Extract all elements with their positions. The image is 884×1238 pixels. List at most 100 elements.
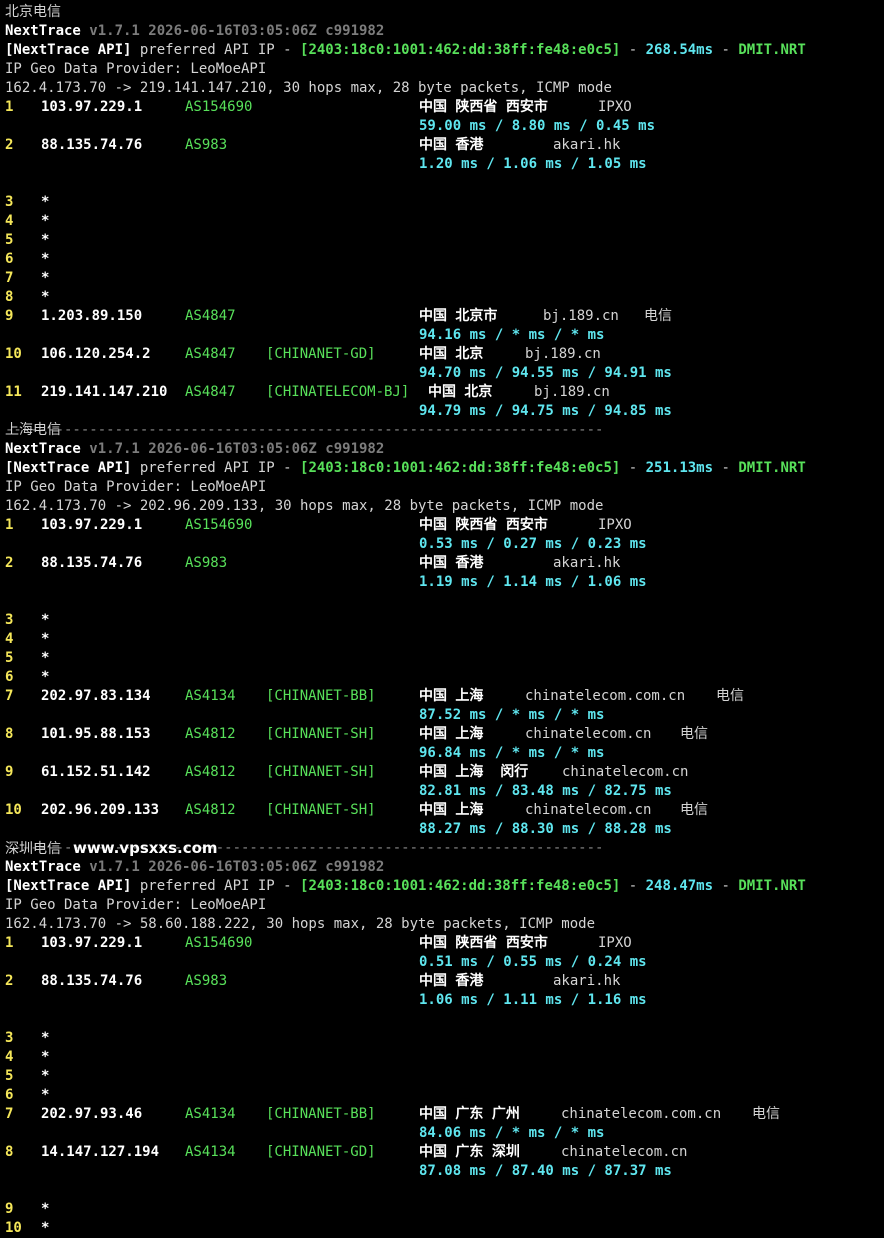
- timeout-star: *: [41, 194, 50, 210]
- app-name: NextTrace: [5, 859, 81, 875]
- app-name: NextTrace: [5, 441, 81, 457]
- hop-geo: 中国 香港: [419, 555, 484, 571]
- api-dash: -: [713, 42, 739, 58]
- api-latency: 248.47ms: [645, 878, 714, 894]
- api-text: preferred API IP -: [131, 42, 301, 58]
- hop-geo: 中国 北京: [419, 346, 484, 362]
- hop-ip: 88.135.74.76: [41, 137, 143, 153]
- latency-text: 94.16 ms / * ms / * ms: [419, 327, 605, 343]
- hop-ip: 202.96.209.133: [41, 802, 160, 818]
- hop-ip: 106.120.254.2: [41, 346, 151, 362]
- timeout-star: *: [41, 1049, 50, 1065]
- trace-header-text: 162.4.173.70 -> 202.96.209.133, 30 hops …: [5, 498, 604, 514]
- hop-number: 9: [5, 1201, 14, 1217]
- hop-host: bj.189.cn: [534, 384, 610, 400]
- api-text: preferred API IP -: [131, 878, 301, 894]
- timeout-star: *: [41, 232, 50, 248]
- section-title: 北京电信: [5, 3, 61, 22]
- hop-tag: [CHINANET-BB]: [266, 688, 376, 704]
- latency-text: 87.52 ms / * ms / * ms: [419, 707, 605, 723]
- hop-tag: [CHINATELECOM-BJ]: [266, 384, 410, 400]
- hop-host: chinatelecom.com.cn: [561, 1106, 722, 1122]
- api-node: DMIT.NRT: [738, 460, 806, 476]
- hop-ip: 103.97.229.1: [41, 99, 143, 115]
- hop-number: 6: [5, 669, 14, 685]
- hop-number: 7: [5, 270, 14, 286]
- hop-asn: AS4812: [185, 764, 236, 780]
- terminal-window[interactable]: 北京电信 NextTrace v1.7.1 2026-06-16T03:05:06…: [0, 0, 884, 1236]
- version-line: NextTrace v1.7.1 2026-06-16T03:05:06Z c9…: [5, 22, 384, 41]
- section-title-text: 北京电信: [5, 4, 61, 20]
- hop-asn: AS4812: [185, 802, 236, 818]
- trace-header-text: 162.4.173.70 -> 219.141.147.210, 30 hops…: [5, 80, 612, 96]
- hop-host: chinatelecom.cn: [525, 726, 652, 742]
- hop-host: bj.189.cn: [543, 308, 619, 324]
- hop-ip: 219.141.147.210: [41, 384, 168, 400]
- hop-ip: 202.97.93.46: [41, 1106, 143, 1122]
- latency-text: 84.06 ms / * ms / * ms: [419, 1125, 605, 1141]
- hop-number: 8: [5, 726, 14, 742]
- hop-tag: [CHINANET-GD]: [266, 1144, 376, 1160]
- hop-number: 7: [5, 688, 14, 704]
- trace-header-line: 162.4.173.70 -> 219.141.147.210, 30 hops…: [5, 79, 612, 98]
- timeout-star: *: [41, 1201, 50, 1217]
- hop-asn: AS4134: [185, 1106, 236, 1122]
- hop-geo: 中国 陕西省 西安市: [419, 517, 548, 533]
- timeout-star: *: [41, 213, 50, 229]
- hop-isp: 电信: [680, 802, 708, 818]
- timeout-star: *: [41, 251, 50, 267]
- hop-geo: 中国 上海: [419, 688, 484, 704]
- section-title: 深圳电信 www.vpsxxs.com: [5, 839, 218, 858]
- api-dash: -: [620, 42, 646, 58]
- hop-number: 4: [5, 631, 14, 647]
- hop-asn: AS154690: [185, 517, 253, 533]
- hop-asn: AS4847: [185, 346, 236, 362]
- section-title-text: 深圳电信: [5, 841, 61, 857]
- hop-ip: 103.97.229.1: [41, 517, 143, 533]
- hop-number: 1: [5, 517, 14, 533]
- hop-number: 4: [5, 1049, 14, 1065]
- hop-geo: 中国 陕西省 西安市: [419, 935, 548, 951]
- hop-host: akari.hk: [553, 973, 621, 989]
- hop-number: 6: [5, 1087, 14, 1103]
- hop-ip: 101.95.88.153: [41, 726, 151, 742]
- section-title: 上海电信: [5, 421, 61, 440]
- latency-text: 94.70 ms / 94.55 ms / 94.91 ms: [419, 365, 672, 381]
- geo-provider-text: IP Geo Data Provider: LeoMoeAPI: [5, 897, 267, 913]
- latency-text: 1.20 ms / 1.06 ms / 1.05 ms: [419, 156, 647, 172]
- trace-header-line: 162.4.173.70 -> 202.96.209.133, 30 hops …: [5, 497, 603, 516]
- geo-provider-text: IP Geo Data Provider: LeoMoeAPI: [5, 479, 267, 495]
- hop-number: 2: [5, 973, 14, 989]
- hop-asn: AS154690: [185, 99, 253, 115]
- hop-geo: 中国 香港: [419, 973, 484, 989]
- hop-host: bj.189.cn: [525, 346, 601, 362]
- api-ip: [2403:18c0:1001:462:dd:38ff:fe48:e0c5]: [300, 460, 621, 476]
- api-ip: [2403:18c0:1001:462:dd:38ff:fe48:e0c5]: [300, 878, 621, 894]
- geo-provider-line: IP Geo Data Provider: LeoMoeAPI: [5, 478, 266, 497]
- api-latency: 251.13ms: [645, 460, 714, 476]
- hop-host: akari.hk: [553, 137, 621, 153]
- section-title-text: 上海电信: [5, 422, 61, 438]
- hop-host: chinatelecom.cn: [525, 802, 652, 818]
- api-latency: 268.54ms: [645, 42, 714, 58]
- hop-geo: 中国 广东 深圳: [419, 1144, 520, 1160]
- hop-host: IPXO: [598, 99, 632, 115]
- api-text: preferred API IP -: [131, 460, 301, 476]
- hop-isp: 电信: [716, 688, 744, 704]
- timeout-star: *: [41, 631, 50, 647]
- hop-number: 7: [5, 1106, 14, 1122]
- api-line: [NextTrace API] preferred API IP - [2403…: [5, 877, 806, 896]
- api-line: [NextTrace API] preferred API IP - [2403…: [5, 459, 806, 478]
- hop-number: 10: [5, 802, 22, 818]
- geo-provider-line: IP Geo Data Provider: LeoMoeAPI: [5, 60, 266, 79]
- hop-asn: AS4847: [185, 384, 236, 400]
- api-node: DMIT.NRT: [738, 42, 806, 58]
- latency-text: 0.51 ms / 0.55 ms / 0.24 ms: [419, 954, 647, 970]
- hop-ip: 88.135.74.76: [41, 555, 143, 571]
- hop-number: 9: [5, 308, 14, 324]
- timeout-star: *: [41, 1068, 50, 1084]
- hop-number: 11: [5, 384, 22, 400]
- api-dash: -: [620, 460, 646, 476]
- hop-asn: AS983: [185, 137, 228, 153]
- trace-header-text: 162.4.173.70 -> 58.60.188.222, 30 hops m…: [5, 916, 596, 932]
